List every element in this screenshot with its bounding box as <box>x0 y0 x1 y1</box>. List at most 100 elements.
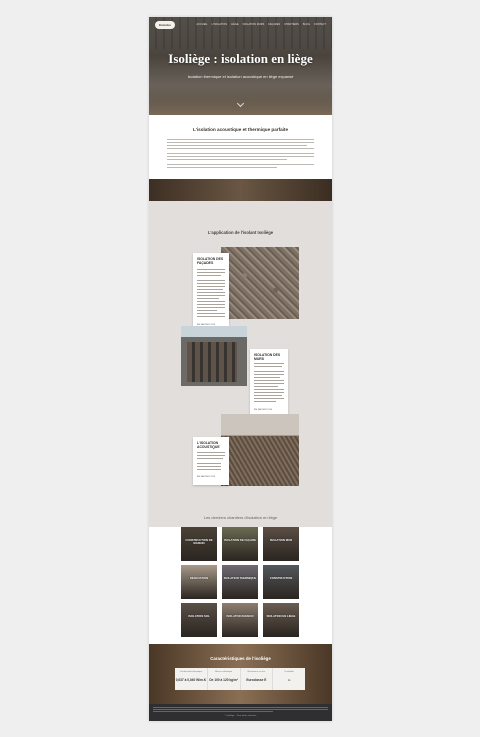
text-line <box>197 295 225 296</box>
chantier-tile[interactable]: ISOLATION MAISON <box>222 603 258 637</box>
hero-title: Isoliège : isolation en liège <box>168 51 313 66</box>
wood-banner <box>149 179 332 201</box>
scroll-down-icon[interactable] <box>236 99 245 108</box>
stat-label: Durabilité <box>284 671 294 673</box>
tile-label: ISOLATION EN LIÈGE <box>266 614 296 618</box>
text-line <box>167 167 277 168</box>
text-line <box>167 139 314 140</box>
stat-feu: Résistance au feu Euroclasse E <box>241 668 274 690</box>
text-line <box>254 371 284 372</box>
text-line <box>254 383 284 384</box>
stat-durabilite: Durabilité ∞ <box>273 668 305 690</box>
text-line <box>197 275 221 276</box>
stat-value: 0,037 à 0,040 W/m.K <box>175 678 207 682</box>
stat-conductivite: Conductivité thermique 0,037 à 0,040 W/m… <box>175 668 208 690</box>
text-line <box>197 463 221 464</box>
footer-text-line <box>153 709 328 710</box>
text-line <box>197 316 225 317</box>
chantier-tile[interactable]: ISOLATION MUR <box>263 527 299 561</box>
card-title: ISOLATION DES MURS <box>254 353 281 361</box>
chantier-tile[interactable]: CONSTRUCTION <box>263 565 299 599</box>
caracteristiques-title: Caractéristiques de l'isoliège <box>210 656 271 661</box>
nav-item-liege[interactable]: LIÈGE <box>231 23 239 26</box>
text-line <box>197 289 223 290</box>
text-line <box>167 159 287 160</box>
main-nav: ACCUEIL L'ISOLATION LIÈGE ISOLATION MURS… <box>197 23 326 26</box>
nav-item-isolation[interactable]: L'ISOLATION <box>212 23 227 26</box>
chantier-tile[interactable]: ISOLATION THERMIQUE <box>222 565 258 599</box>
footer-text-line <box>153 707 328 708</box>
text-line <box>197 310 217 311</box>
chantiers-title: Les derniers chantiers d'isolation en li… <box>203 515 278 520</box>
stat-value: Euroclasse E <box>246 678 267 682</box>
nav-item-chantiers[interactable]: CHANTIERS <box>284 23 299 26</box>
text-line <box>197 458 223 459</box>
card-acoustique[interactable]: L'ISOLATION ACOUSTIQUE EN SAVOIR PLUS <box>193 437 229 485</box>
chantier-tile[interactable]: ISOLATION DE FAÇADE <box>222 527 258 561</box>
acoustic-photo <box>221 414 299 486</box>
text-line <box>197 272 225 273</box>
card-facades[interactable]: ISOLATION DES FAÇADES EN SAVOIR PLUS <box>193 253 229 333</box>
site-logo[interactable]: Emcobo <box>155 21 175 29</box>
card-title: ISOLATION DES FAÇADES <box>197 257 224 265</box>
application-title: L'application de l'isolant Isoliège <box>207 230 274 235</box>
footer-text-line <box>153 711 273 712</box>
text-line <box>197 455 225 456</box>
chantier-tile[interactable]: ISOLATION SOL <box>181 603 217 637</box>
tile-label: ISOLATION DE FAÇADE <box>224 538 256 542</box>
text-line <box>197 304 225 305</box>
text-line <box>167 153 314 154</box>
nav-item-contact[interactable]: CONTACT <box>314 23 326 26</box>
text-line <box>197 283 225 284</box>
intro-title: L'isolation acoustique et thermique parf… <box>192 127 289 132</box>
facade-photo <box>221 247 299 319</box>
nav-item-facades[interactable]: FAÇADES <box>268 23 280 26</box>
tile-label: ISOLATION THERMIQUE <box>223 576 257 580</box>
caracteristiques-section: Caractéristiques de l'isoliège Conductiv… <box>149 644 332 704</box>
card-title: L'ISOLATION ACOUSTIQUE <box>197 441 220 449</box>
stat-label: Masse volumique <box>215 671 233 673</box>
text-line <box>197 292 225 293</box>
tile-label: ISOLATION MUR <box>269 538 293 542</box>
text-line <box>197 280 225 281</box>
stat-masse: Masse volumique De 100 à 120 kg/m³ <box>208 668 241 690</box>
tile-label: ISOLATION MAISON <box>226 614 254 618</box>
text-line <box>197 469 221 470</box>
text-line <box>167 142 314 143</box>
stats-box: Conductivité thermique 0,037 à 0,040 W/m… <box>175 668 305 690</box>
nav-item-accueil[interactable]: ACCUEIL <box>197 23 208 26</box>
stat-label: Conductivité thermique <box>179 671 203 673</box>
card-murs[interactable]: ISOLATION DES MURS EN SAVOIR PLUS <box>250 349 288 419</box>
nav-item-murs[interactable]: ISOLATION MURS <box>243 23 265 26</box>
text-line <box>254 374 284 375</box>
stat-value: De 100 à 120 kg/m³ <box>209 678 238 682</box>
read-more-link[interactable]: EN SAVOIR PLUS <box>254 409 272 411</box>
tile-label: ISOLATION SOL <box>188 614 210 618</box>
walls-photo <box>181 326 247 386</box>
stat-label: Résistance au feu <box>247 671 266 673</box>
footer-copyright: © Isoliège – Tous droits réservés <box>224 715 257 717</box>
text-line <box>254 398 284 399</box>
text-line <box>254 392 284 393</box>
text-line <box>254 386 278 387</box>
text-line <box>167 148 314 149</box>
tile-label: RÉNOVATION <box>189 576 209 580</box>
chantier-tile[interactable]: CONSTRUCTION DE MAISON <box>181 527 217 561</box>
tile-label: CONSTRUCTION <box>269 576 293 580</box>
chantier-tile[interactable]: ISOLATION EN LIÈGE <box>263 603 299 637</box>
text-line <box>254 401 276 402</box>
text-line <box>167 156 314 157</box>
read-more-link[interactable]: EN SAVOIR PLUS <box>197 476 215 478</box>
footer: © Isoliège – Tous droits réservés <box>149 704 332 721</box>
web-page: Emcobo ACCUEIL L'ISOLATION LIÈGE ISOLATI… <box>149 17 332 721</box>
text-line <box>197 307 225 308</box>
text-line <box>197 452 225 453</box>
text-line <box>254 389 284 390</box>
hero-section: Emcobo ACCUEIL L'ISOLATION LIÈGE ISOLATI… <box>149 17 332 115</box>
stat-value: ∞ <box>287 678 291 682</box>
hero-subtitle: Isolation thermique et isolation acousti… <box>187 74 294 79</box>
nav-item-blog[interactable]: BLOG <box>303 23 310 26</box>
text-line <box>197 286 225 287</box>
text-line <box>197 313 225 314</box>
chantier-tile[interactable]: RÉNOVATION <box>181 565 217 599</box>
